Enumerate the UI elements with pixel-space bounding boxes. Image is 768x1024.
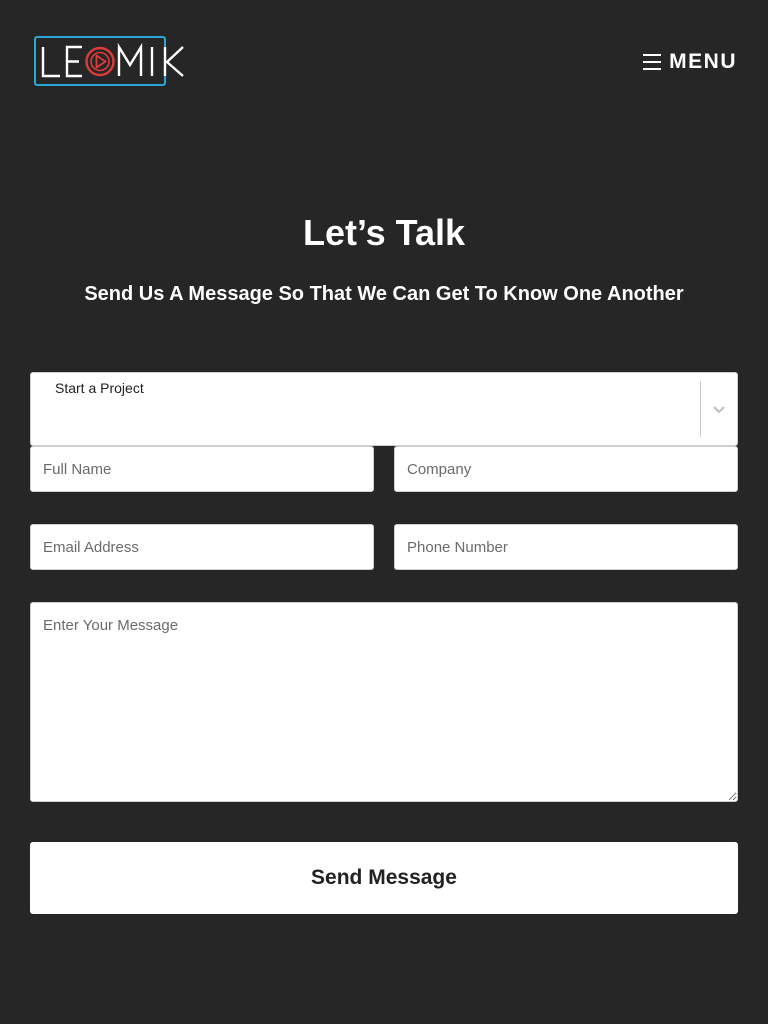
page-title: Let’s Talk — [302, 212, 466, 253]
chevron-down-icon — [713, 406, 725, 414]
menu-label: MENU — [669, 50, 737, 73]
company-input[interactable] — [394, 446, 738, 492]
play-circle-icon — [85, 46, 115, 77]
hamburger-icon — [643, 54, 662, 70]
select-divider — [700, 381, 701, 437]
message-textarea[interactable] — [30, 602, 738, 802]
project-select-label: Start a Project — [55, 380, 144, 396]
page-subtitle: Send Us A Message So That We Can Get To … — [84, 283, 684, 305]
logo-wordmark — [41, 42, 184, 78]
site-header: MENU — [0, 0, 768, 124]
brand-logo[interactable] — [33, 35, 188, 89]
full-name-input[interactable] — [30, 446, 374, 492]
project-select[interactable]: Start a Project — [30, 372, 738, 446]
email-input[interactable] — [30, 524, 374, 570]
phone-input[interactable] — [394, 524, 738, 570]
menu-button[interactable]: MENU — [643, 48, 737, 76]
send-message-button[interactable]: Send Message — [30, 842, 738, 914]
